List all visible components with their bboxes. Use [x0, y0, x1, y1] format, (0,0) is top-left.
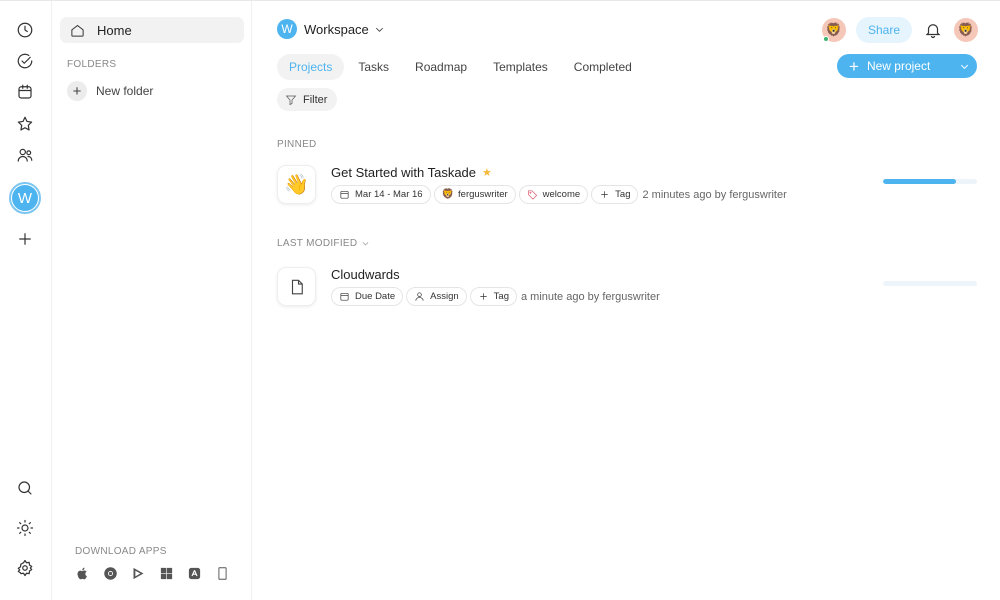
clock-icon[interactable]	[10, 15, 40, 45]
project-row[interactable]: Cloudwards Due Date Assign Tag a minute …	[277, 267, 977, 311]
tab-projects[interactable]: Projects	[277, 54, 345, 80]
workspace-rail-initial: W	[12, 185, 38, 211]
due-date-label: Due Date	[355, 291, 396, 302]
document-icon	[277, 267, 316, 306]
modified-text: 2 minutes ago by ferguswriter	[642, 188, 787, 201]
home-icon	[71, 24, 84, 37]
workspace-name: Workspace	[304, 21, 369, 37]
project-meta: Due Date Assign Tag a minute ago by ferg…	[331, 287, 660, 306]
add-tag-button[interactable]: Tag	[591, 185, 639, 204]
chevron-down-icon	[363, 242, 369, 246]
tab-tasks[interactable]: Tasks	[346, 54, 401, 80]
download-apps-heading: DOWNLOAD APPS	[75, 546, 167, 557]
users-icon[interactable]	[10, 140, 40, 170]
project-meta: Mar 14 - Mar 16 🦁 ferguswriter welcome T…	[331, 185, 787, 204]
windows-icon[interactable]	[158, 565, 174, 581]
filter-icon	[285, 95, 297, 105]
date-chip[interactable]: Mar 14 - Mar 16	[331, 185, 431, 204]
mobile-icon[interactable]	[214, 565, 230, 581]
plus-icon: +	[67, 81, 87, 101]
chrome-icon[interactable]	[102, 565, 118, 581]
project-title[interactable]: Cloudwards	[331, 267, 400, 282]
pinned-heading: PINNED	[277, 139, 317, 150]
assignee-chip[interactable]: 🦁 ferguswriter	[433, 185, 516, 204]
share-button[interactable]: Share	[856, 17, 912, 43]
sun-icon[interactable]	[10, 513, 40, 543]
folders-heading: FOLDERS	[67, 59, 117, 70]
user-icon	[415, 292, 424, 301]
last-modified-heading-label: LAST MODIFIED	[277, 238, 358, 249]
app-window: W Home FOLDERS + New folder DOWNLOAD APP…	[0, 0, 1000, 600]
sidebar-item-label: Home	[97, 22, 132, 38]
new-folder-button[interactable]: + New folder	[67, 81, 153, 101]
online-status-dot	[823, 36, 829, 42]
calendar-icon	[340, 190, 349, 199]
apple-icon[interactable]	[74, 565, 90, 581]
tab-roadmap[interactable]: Roadmap	[403, 54, 479, 80]
app-store-icon[interactable]	[186, 565, 202, 581]
plus-icon	[479, 293, 487, 300]
user-avatar: 🦁	[441, 189, 455, 200]
date-chip-label: Mar 14 - Mar 16	[355, 189, 423, 200]
tag-chip-label: welcome	[542, 189, 581, 200]
sidebar-item-home[interactable]: Home	[60, 17, 244, 43]
modified-text: a minute ago by ferguswriter	[520, 290, 660, 303]
tab-templates[interactable]: Templates	[481, 54, 560, 80]
download-apps-list	[74, 565, 230, 581]
assign-chip[interactable]: Assign	[406, 287, 467, 306]
add-tag-label: Tag	[493, 291, 509, 302]
new-project-button[interactable]: + New project	[837, 54, 977, 78]
check-circle-icon[interactable]	[10, 46, 40, 76]
star-icon[interactable]: ★	[482, 166, 492, 179]
workspace-avatar: W	[277, 19, 297, 39]
search-icon[interactable]	[10, 473, 40, 503]
bell-icon[interactable]	[924, 21, 942, 39]
user-avatar[interactable]: 🦁	[954, 18, 978, 42]
project-title-text: Get Started with Taskade	[331, 165, 477, 180]
filter-label: Filter	[303, 93, 328, 106]
project-row[interactable]: 👋 Get Started with Taskade ★ Mar 14 - Ma…	[277, 165, 977, 209]
filter-button[interactable]: Filter	[277, 88, 338, 111]
project-title[interactable]: Get Started with Taskade ★	[331, 165, 492, 180]
due-date-chip[interactable]: Due Date	[331, 287, 404, 306]
sidebar: Home FOLDERS + New folder DOWNLOAD APPS	[52, 1, 252, 600]
plus-icon	[601, 191, 608, 198]
collaborator-avatar[interactable]: 🦁	[822, 18, 846, 42]
new-project-label: New project	[866, 59, 931, 73]
last-modified-heading[interactable]: LAST MODIFIED	[277, 238, 370, 249]
plus-icon: +	[849, 56, 859, 76]
add-tag-button[interactable]: Tag	[469, 287, 517, 306]
calendar-icon[interactable]	[10, 77, 40, 107]
add-tag-label: Tag	[615, 189, 631, 200]
star-icon[interactable]	[10, 109, 40, 139]
project-title-text: Cloudwards	[331, 267, 400, 282]
plus-icon[interactable]	[10, 224, 40, 254]
pinned-heading-label: PINNED	[277, 139, 317, 150]
tab-completed[interactable]: Completed	[562, 54, 644, 80]
tag-chip[interactable]: welcome	[518, 185, 589, 204]
assign-label: Assign	[430, 291, 459, 302]
workspace-switcher[interactable]: W Workspace	[277, 19, 385, 39]
play-store-icon[interactable]	[130, 565, 146, 581]
waving-hand-icon: 👋	[277, 165, 316, 204]
left-rail: W	[0, 1, 52, 600]
new-folder-label: New folder	[96, 84, 154, 98]
assignee-chip-label: ferguswriter	[458, 189, 508, 200]
progress-fill	[883, 179, 957, 184]
chevron-down-icon	[375, 27, 383, 32]
header-actions: 🦁 Share 🦁	[822, 17, 978, 43]
chevron-down-icon	[960, 64, 968, 69]
progress-bar	[883, 281, 977, 286]
calendar-icon	[340, 292, 349, 301]
progress-bar	[883, 179, 977, 184]
new-project-dropdown[interactable]	[951, 54, 977, 78]
tag-icon	[527, 190, 537, 200]
gear-icon[interactable]	[10, 553, 40, 583]
view-tabs: Projects Tasks Roadmap Templates Complet…	[277, 54, 646, 80]
workspace-rail-avatar[interactable]: W	[9, 182, 41, 214]
